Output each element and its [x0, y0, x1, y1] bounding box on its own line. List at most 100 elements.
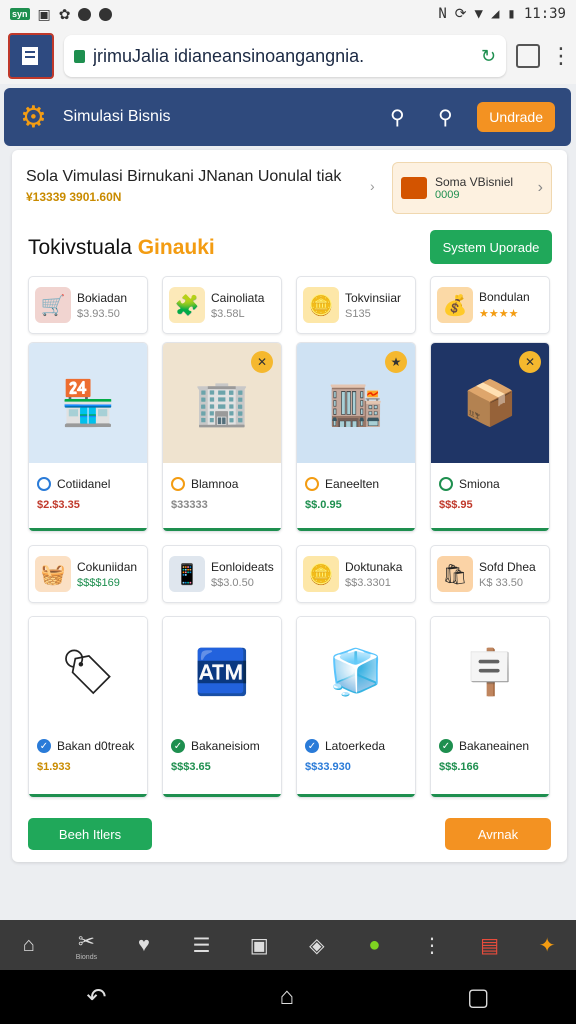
- clock-text: 11:39: [523, 6, 566, 22]
- section-title-text: Tokivstuala: [28, 236, 138, 259]
- reload-icon[interactable]: ↻: [481, 46, 496, 67]
- item-price: $$$$169: [77, 576, 120, 589]
- item-card[interactable]: 🛒 Bokiadan $3.93.50: [28, 276, 148, 334]
- left-action-button[interactable]: Beeh Itlers: [28, 818, 152, 850]
- app-notification-icon: syn: [10, 8, 30, 20]
- business-price: $1.933: [37, 761, 71, 773]
- chevron-right-icon: ›: [537, 179, 543, 196]
- business-card[interactable]: 🏢 ✕ Blamnoa $33333: [162, 342, 282, 532]
- close-icon[interactable]: ✕: [519, 351, 541, 373]
- item-price: $3.58L: [211, 307, 245, 320]
- item-name: Bokiadan: [77, 290, 128, 305]
- business-price: $$$.95: [439, 499, 473, 511]
- more-icon[interactable]: ⋮: [415, 930, 449, 960]
- business-name: Blamnoa: [191, 477, 239, 491]
- app-launcher-icon[interactable]: [8, 33, 54, 79]
- recents-icon[interactable]: ▢: [467, 983, 490, 1012]
- app-header: ⚙ Simulasi Bisnis ⚲ ⚲ Undrade: [4, 88, 571, 146]
- menu-icon[interactable]: ⋮: [550, 43, 572, 69]
- check-icon: [171, 477, 185, 491]
- book-icon[interactable]: ▣: [242, 930, 276, 960]
- chest-icon: [401, 177, 427, 199]
- business-card[interactable]: 🧊 ✓ Latoerkeda $$33.930: [296, 616, 416, 798]
- check-icon: ✓: [37, 739, 51, 753]
- item-name: Eonloideats: [211, 559, 274, 574]
- progress-bar: [297, 528, 415, 531]
- location-icon[interactable]: ♥: [127, 930, 161, 960]
- bottom-toolbar: ⌂ ✂ Bionds ♥ ☰ ▣ ◈ ● ⋮ ▤ ✦: [0, 920, 576, 970]
- check-icon: ✓: [305, 739, 319, 753]
- item-card[interactable]: 🪙 Tokvinsiiar S135: [296, 276, 416, 334]
- promo-title: Soma VBisniel: [435, 175, 514, 189]
- rotate-icon: ⟳: [454, 6, 467, 22]
- system-upgrade-button[interactable]: System Uporade: [430, 230, 552, 264]
- report-icon[interactable]: ▤: [473, 930, 507, 960]
- banner-title: Sola Vimulasi Birnukani JNanan Uonulal t…: [26, 168, 342, 185]
- leaf-icon[interactable]: ●: [357, 930, 391, 960]
- right-action-button[interactable]: Avrnak: [445, 818, 551, 850]
- star-icon[interactable]: ✦: [530, 930, 564, 960]
- business-name: Smiona: [459, 477, 500, 491]
- business-card[interactable]: 🏷 ✓ Bakan d0treak $1.933: [28, 616, 148, 798]
- battery-icon: ▮: [507, 6, 516, 22]
- item-card[interactable]: 🪙 Doktunaka $$3.3301: [296, 545, 416, 603]
- url-bar[interactable]: jrimuJalia idianeansinoangangnia. ↻: [64, 35, 506, 77]
- item-card[interactable]: 🛍 Sofd Dhea K$ 33.50: [430, 545, 550, 603]
- url-text: jrimuJalia idianeansinoangangnia.: [93, 45, 365, 66]
- section-title-accent: Ginauki: [137, 236, 215, 259]
- business-name: Bakan d0treak: [57, 739, 135, 753]
- item-name: Bondulan: [479, 290, 530, 304]
- search-icon[interactable]: ⚲: [429, 105, 461, 130]
- item-card[interactable]: 🧺 Cokuniidan $$$$169: [28, 545, 148, 603]
- toolbar-label: Bionds: [75, 954, 98, 961]
- progress-bar: [431, 528, 549, 531]
- item-name: Cokuniidan: [77, 559, 138, 574]
- wifi-icon: ▼: [474, 6, 483, 22]
- coin-icon: 🪙: [303, 287, 339, 323]
- info-banner[interactable]: Sola Vimulasi Birnukani JNanan Uonulal t…: [26, 168, 376, 204]
- shopping-bag-icon: 🛍: [437, 556, 473, 592]
- business-name: Cotiidanel: [57, 477, 111, 491]
- user-search-icon[interactable]: ⚲: [381, 105, 413, 130]
- business-price: $2.$3.35: [37, 499, 80, 511]
- promo-value: 0009: [435, 189, 460, 201]
- banner-subtitle: ¥13339 3901.60N: [26, 190, 122, 204]
- item-card[interactable]: 📱 Eonloideats $$3.0.50: [162, 545, 282, 603]
- business-card[interactable]: 🪧 ✓ Bakaneainen $$$.166: [430, 616, 550, 798]
- phone-icon: 📱: [169, 556, 205, 592]
- home-icon[interactable]: ⌂: [12, 930, 46, 960]
- gear-logo-icon: ⚙: [20, 100, 47, 134]
- business-price: $33333: [171, 499, 208, 511]
- check-icon: [305, 477, 319, 491]
- item-price: $$3.0.50: [211, 576, 254, 589]
- item-price: $3.93.50: [77, 307, 120, 320]
- close-icon[interactable]: ✕: [251, 351, 273, 373]
- kiosk-icon: 🏷: [29, 617, 147, 727]
- fridge-icon: 🧊: [297, 617, 415, 727]
- coin-bag-icon: 💰: [437, 287, 473, 323]
- business-card[interactable]: 🏬 ★ Eaneelten $$.0.95: [296, 342, 416, 532]
- business-card[interactable]: 📦 ✕ Smiona $$$.95: [430, 342, 550, 532]
- tabs-icon[interactable]: [516, 44, 540, 68]
- item-card[interactable]: 🧩 Cainoliata $3.58L: [162, 276, 282, 334]
- chart-icon[interactable]: ◈: [300, 930, 334, 960]
- upgrade-button[interactable]: Undrade: [477, 102, 555, 132]
- item-card[interactable]: 💰 Bondulan ★★★★: [430, 276, 550, 334]
- chevron-right-icon[interactable]: ›: [370, 178, 375, 194]
- shop-counter-icon: 🏪: [29, 343, 147, 463]
- business-card[interactable]: 🏪 Cotiidanel $2.$3.35: [28, 342, 148, 532]
- coin-stack-icon: 🪙: [303, 556, 339, 592]
- business-name: Bakaneisiom: [191, 739, 260, 753]
- app-title: Simulasi Bisnis: [62, 108, 171, 125]
- business-card[interactable]: 🏧 ✓ Bakaneisiom $$$3.65: [162, 616, 282, 798]
- list-icon[interactable]: ☰: [185, 930, 219, 960]
- business-name: Bakaneainen: [459, 739, 530, 753]
- bionds-icon[interactable]: ✂ Bionds: [69, 930, 103, 961]
- settings-icon: ✿: [58, 5, 71, 22]
- back-icon[interactable]: ↶: [86, 983, 106, 1012]
- promo-box[interactable]: Soma VBisniel 0009 ›: [392, 162, 552, 214]
- status-bar: syn ▣ ✿ N ⟳ ▼ ◢ ▮ 11:39: [0, 0, 576, 28]
- home-nav-icon[interactable]: ⌂: [279, 983, 294, 1011]
- business-price: $$.0.95: [305, 499, 342, 511]
- star-badge-icon[interactable]: ★: [385, 351, 407, 373]
